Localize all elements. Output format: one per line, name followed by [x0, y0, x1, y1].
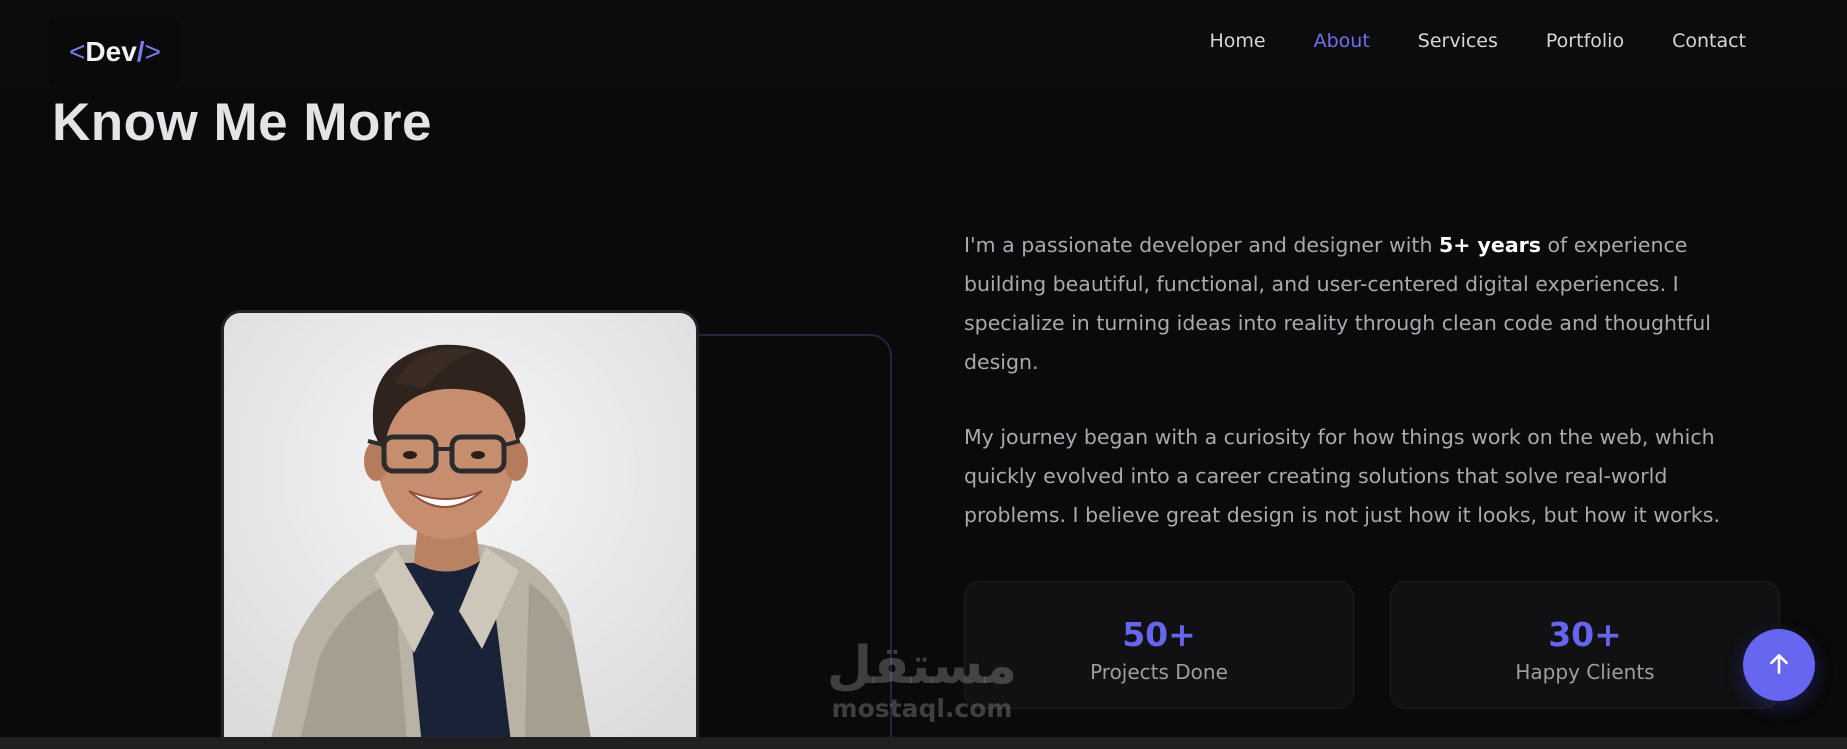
about-p1-highlight: 5+ years: [1438, 233, 1541, 257]
nav-link-contact[interactable]: Contact: [1672, 30, 1746, 52]
scroll-to-top-button[interactable]: [1743, 629, 1815, 701]
profile-photo: [221, 310, 699, 749]
stat-value: 50+: [1122, 615, 1196, 654]
logo-close-bracket: >: [144, 36, 161, 67]
nav-link-home[interactable]: Home: [1209, 30, 1265, 52]
nav-link-services[interactable]: Services: [1418, 30, 1498, 52]
stat-label: Projects Done: [1090, 660, 1228, 684]
watermark: مستقل mostaql.com: [822, 640, 1022, 723]
stat-card-projects: 50+ Projects Done: [964, 581, 1354, 709]
stat-label: Happy Clients: [1515, 660, 1655, 684]
section-title: Know Me More: [52, 93, 432, 152]
watermark-arabic: مستقل: [826, 636, 1018, 696]
nav-links: Home About Services Portfolio Contact: [1209, 30, 1746, 52]
about-text: I'm a passionate developer and designer …: [964, 226, 1764, 535]
logo-text: Dev: [85, 36, 137, 67]
arrow-up-icon: [1766, 651, 1792, 680]
logo-slash: /: [136, 36, 145, 67]
stat-card-clients: 30+ Happy Clients: [1390, 581, 1780, 709]
about-p1-text-before: I'm a passionate developer and designer …: [964, 233, 1439, 257]
logo-open-bracket: <: [69, 36, 86, 67]
profile-photo-illustration: [224, 313, 696, 749]
about-paragraph-2: My journey began with a curiosity for ho…: [964, 425, 1720, 527]
navbar: < Dev / > Home About Services Portfolio Con…: [0, 0, 1847, 88]
watermark-latin: mostaql.com: [831, 694, 1013, 723]
bottom-scrollbar[interactable]: [0, 737, 1847, 749]
nav-link-portfolio[interactable]: Portfolio: [1546, 30, 1624, 52]
nav-link-about[interactable]: About: [1314, 30, 1370, 52]
page: < Dev / > Home About Services Portfolio Con…: [0, 0, 1847, 749]
logo[interactable]: < Dev / >: [50, 18, 180, 86]
stat-value: 30+: [1548, 615, 1622, 654]
about-paragraph-1: I'm a passionate developer and designer …: [964, 226, 1764, 382]
